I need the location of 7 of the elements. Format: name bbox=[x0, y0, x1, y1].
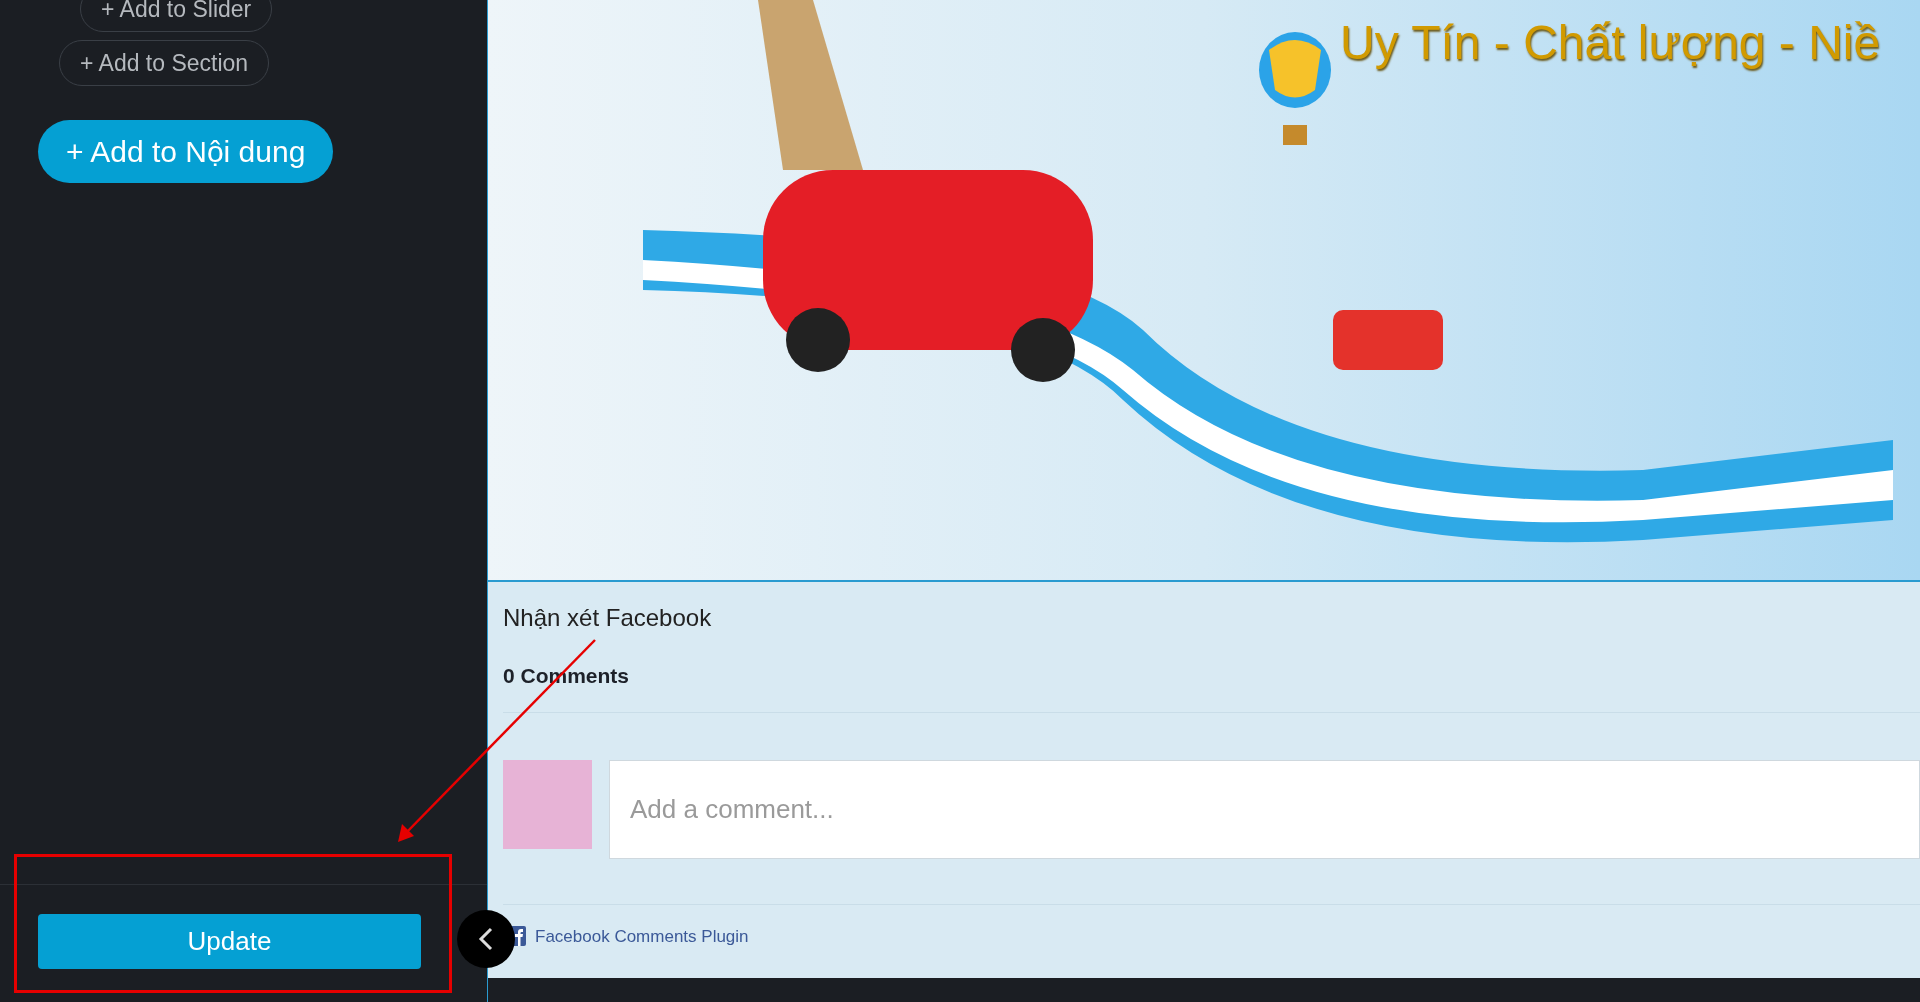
chevron-left-icon bbox=[478, 927, 494, 951]
comment-input[interactable]: Add a comment... bbox=[609, 759, 1920, 859]
comments-title: Nhận xét Facebook bbox=[503, 603, 712, 633]
update-button[interactable]: Update bbox=[38, 914, 421, 969]
banner-headline: Uy Tín - Chất lượng - Niề bbox=[1340, 15, 1881, 71]
plugin-link[interactable]: Facebook Comments Plugin bbox=[535, 923, 749, 949]
add-content-button[interactable]: + Add to Nội dung bbox=[38, 120, 334, 183]
